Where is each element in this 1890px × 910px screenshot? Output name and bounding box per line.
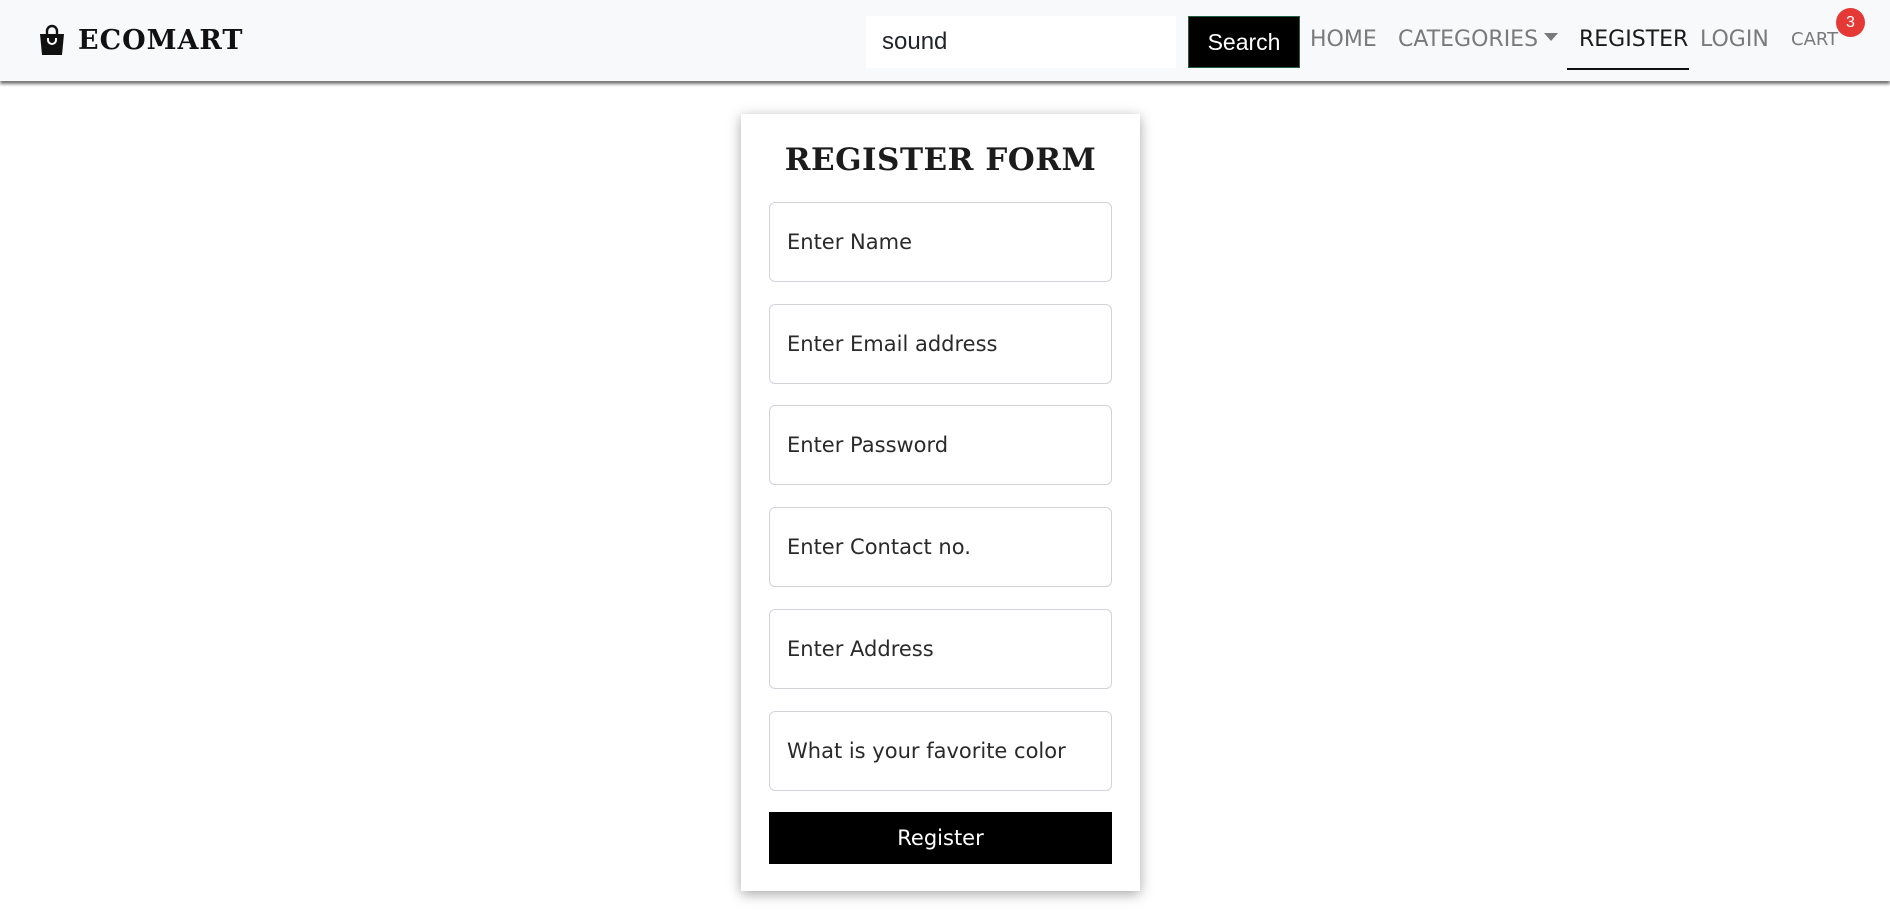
register-button[interactable]: Register: [769, 812, 1112, 864]
nav-categories-dropdown[interactable]: CATEGORIES: [1398, 20, 1559, 60]
brand-logo[interactable]: ECOMART: [38, 22, 243, 58]
form-title: REGISTER FORM: [784, 142, 1097, 178]
nav-home-link[interactable]: HOME: [1310, 20, 1377, 60]
nav-categories-label: CATEGORIES: [1398, 27, 1539, 52]
register-card: REGISTER FORM Register: [741, 114, 1140, 891]
search-input[interactable]: [866, 16, 1176, 68]
nav-login-link[interactable]: LOGIN: [1700, 20, 1769, 60]
name-field[interactable]: [769, 202, 1112, 282]
active-nav-underline: [1567, 68, 1689, 70]
top-navbar: ECOMART Search HOME CATEGORIES REGISTER …: [0, 0, 1890, 81]
brand-name: ECOMART: [78, 24, 244, 56]
shopping-bag-icon: [40, 24, 64, 55]
cart-count-badge: 3: [1836, 8, 1865, 37]
nav-cart-link[interactable]: CART: [1791, 20, 1838, 60]
caret-down-icon: [1544, 33, 1559, 41]
password-field[interactable]: [769, 405, 1112, 485]
address-field[interactable]: [769, 609, 1112, 689]
email-field[interactable]: [769, 304, 1112, 384]
search-button[interactable]: Search: [1188, 16, 1300, 68]
nav-register-link[interactable]: REGISTER: [1579, 20, 1688, 60]
contact-field[interactable]: [769, 507, 1112, 587]
favorite-color-field[interactable]: [769, 711, 1112, 791]
